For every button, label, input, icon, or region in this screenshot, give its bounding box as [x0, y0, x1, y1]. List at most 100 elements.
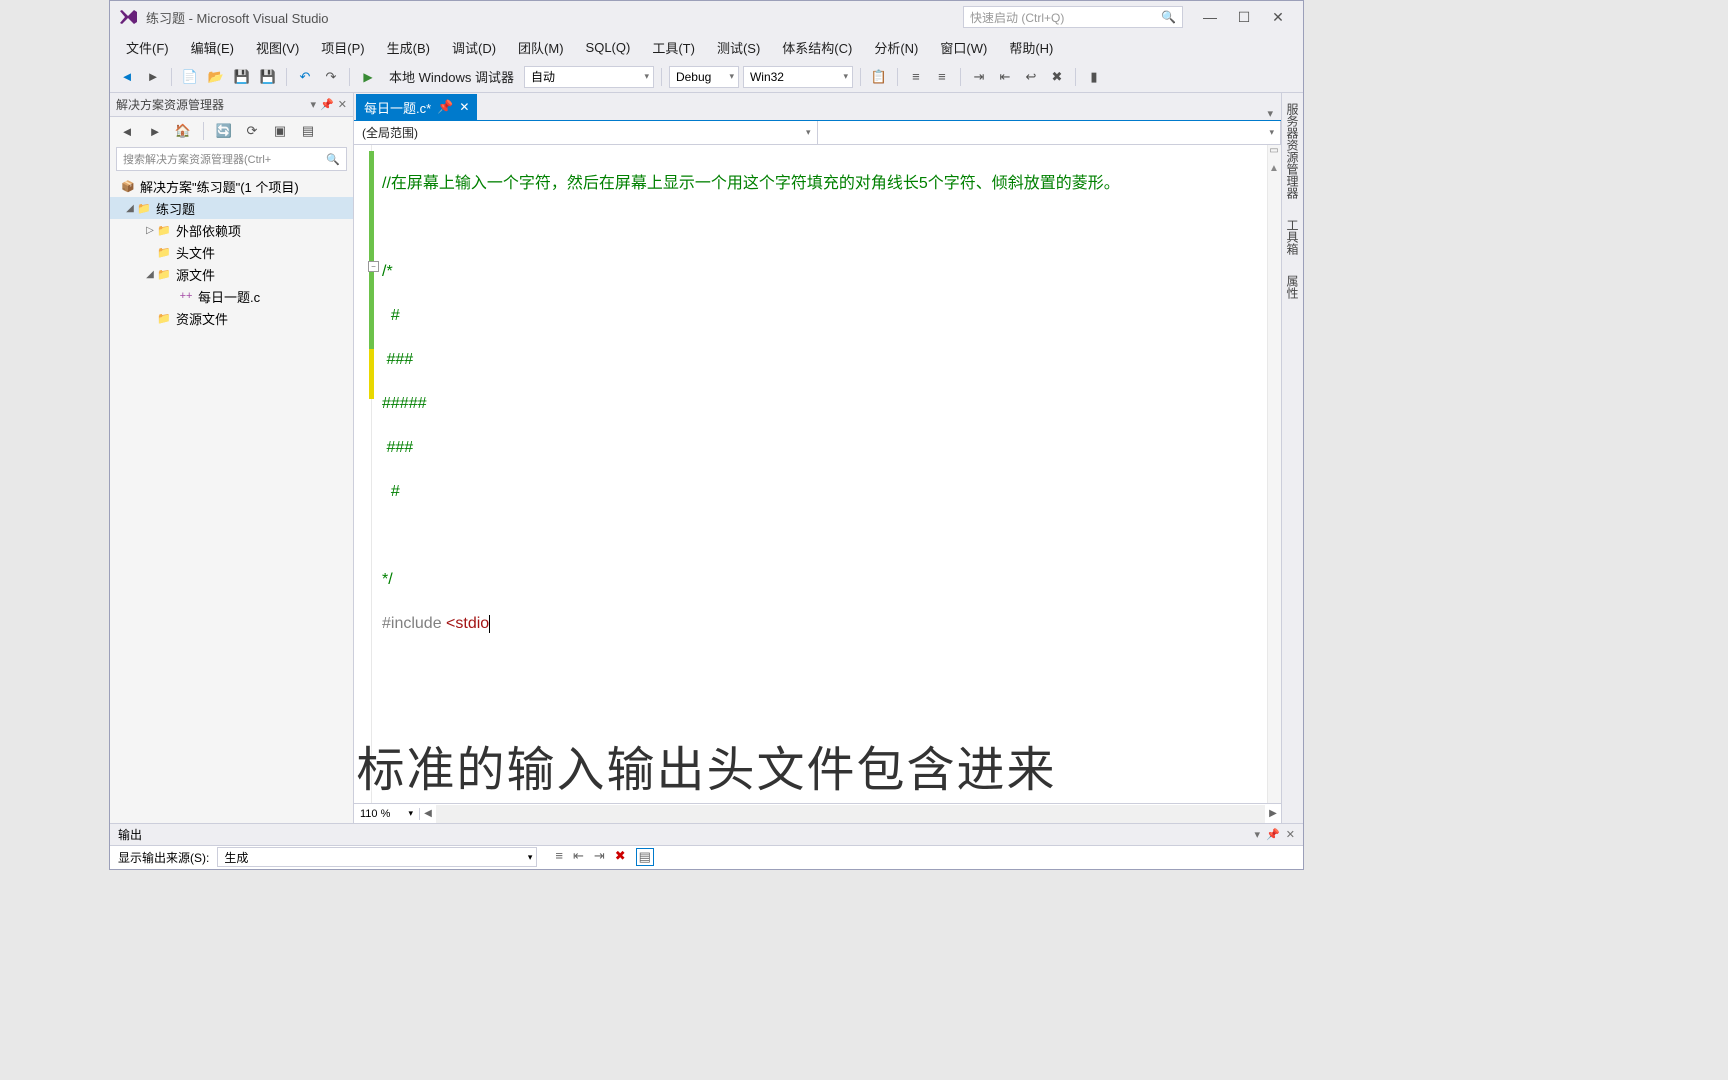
- solution-config2-dropdown[interactable]: Debug: [669, 66, 739, 88]
- output-icon-1[interactable]: ≡: [555, 848, 563, 866]
- output-source-dropdown[interactable]: 生成: [217, 847, 537, 867]
- save-all-button[interactable]: 💾: [257, 66, 279, 88]
- split-icon[interactable]: ▭: [1267, 145, 1281, 159]
- redo-button[interactable]: ↷: [320, 66, 342, 88]
- home-icon[interactable]: ◄: [116, 120, 138, 142]
- tab-pin-icon[interactable]: 📌: [437, 99, 453, 115]
- expand-icon[interactable]: ◢: [144, 269, 156, 280]
- properties-icon[interactable]: ▤: [297, 120, 319, 142]
- tree-project[interactable]: ◢ 📁 练习题: [110, 197, 353, 219]
- open-file-button[interactable]: 📂: [205, 66, 227, 88]
- menu-test[interactable]: 测试(S): [707, 34, 770, 61]
- undo-button[interactable]: ↶: [294, 66, 316, 88]
- output-icon-5[interactable]: ▤: [636, 848, 654, 866]
- tree-headers[interactable]: 📁 头文件: [110, 241, 353, 263]
- scope-bar: (全局范围): [354, 121, 1281, 145]
- folder-icon: 📁: [156, 244, 172, 260]
- scope-dropdown-right[interactable]: [818, 121, 1282, 144]
- toolbar-icon-1[interactable]: 📋: [868, 66, 890, 88]
- tab-overflow-icon[interactable]: ▾: [1259, 107, 1281, 120]
- menu-view[interactable]: 视图(V): [246, 34, 309, 61]
- expand-icon[interactable]: ▷: [144, 225, 156, 236]
- toolbar-icon-4[interactable]: ▮: [1083, 66, 1105, 88]
- file-tab[interactable]: 每日一题.c* 📌 ✕: [356, 94, 477, 120]
- scope-dropdown-left[interactable]: (全局范围): [354, 121, 818, 144]
- solution-explorer-header: 解决方案资源管理器 ▾ 📌 ✕: [110, 93, 353, 117]
- menu-debug[interactable]: 调试(D): [442, 34, 506, 61]
- minimize-button[interactable]: —: [1193, 5, 1227, 29]
- collapse-icon[interactable]: ▣: [269, 120, 291, 142]
- menu-architecture[interactable]: 体系结构(C): [772, 34, 862, 61]
- menu-edit[interactable]: 编辑(E): [181, 34, 244, 61]
- menu-project[interactable]: 项目(P): [311, 34, 374, 61]
- sync-icon[interactable]: ⟳: [241, 120, 263, 142]
- solution-search-input[interactable]: 搜索解决方案资源管理器(Ctrl+ 🔍: [116, 147, 347, 171]
- debug-target-label[interactable]: 本地 Windows 调试器: [383, 65, 520, 88]
- menubar: 文件(F) 编辑(E) 视图(V) 项目(P) 生成(B) 调试(D) 团队(M…: [110, 33, 1303, 61]
- zoom-dropdown[interactable]: 110 % ▾: [354, 808, 420, 820]
- menu-team[interactable]: 团队(M): [508, 34, 574, 61]
- maximize-button[interactable]: ☐: [1227, 5, 1261, 29]
- quick-launch-input[interactable]: 快速启动 (Ctrl+Q) 🔍: [963, 6, 1183, 28]
- save-button[interactable]: 💾: [231, 66, 253, 88]
- nav-forward-button[interactable]: ►: [142, 66, 164, 88]
- horizontal-scrollbar[interactable]: [436, 805, 1265, 823]
- code-content[interactable]: //在屏幕上输入一个字符，然后在屏幕上显示一个用这个字符填充的对角线长5个字符、…: [372, 145, 1267, 803]
- nav-back-button[interactable]: ◄: [116, 66, 138, 88]
- start-debug-button[interactable]: ▶: [357, 66, 379, 88]
- menu-window[interactable]: 窗口(W): [930, 34, 997, 61]
- toolbar-icon-3[interactable]: ✖: [1046, 66, 1068, 88]
- solution-config-dropdown[interactable]: 自动: [524, 66, 654, 88]
- tree-external-deps[interactable]: ▷ 📁 外部依赖项: [110, 219, 353, 241]
- expand-icon[interactable]: ◢: [124, 203, 136, 214]
- toolbar-icon-2[interactable]: ↩: [1020, 66, 1042, 88]
- editor-bottom-bar: 110 % ▾ ◀ ▶: [354, 803, 1281, 823]
- code-block-open: /*: [382, 263, 393, 280]
- solution-explorer-toolbar: ◄ ► 🏠 🔄 ⟳ ▣ ▤: [110, 117, 353, 145]
- tree-sources[interactable]: ◢ 📁 源文件: [110, 263, 353, 285]
- scroll-right-button[interactable]: ▶: [1265, 808, 1281, 819]
- collapse-region-icon[interactable]: −: [368, 261, 379, 272]
- menu-file[interactable]: 文件(F): [116, 34, 179, 61]
- new-project-button[interactable]: 📄: [179, 66, 201, 88]
- tab-label: 每日一题.c*: [364, 98, 431, 117]
- comment-out-button[interactable]: ≡: [905, 66, 927, 88]
- house-icon[interactable]: 🏠: [172, 120, 194, 142]
- tab-close-icon[interactable]: ✕: [459, 100, 469, 114]
- c-file-icon: ++: [178, 288, 194, 304]
- panel-close-icon[interactable]: ✕: [338, 98, 347, 111]
- toolbox-tab[interactable]: 工具箱: [1282, 213, 1303, 261]
- indent-button[interactable]: ⇥: [968, 66, 990, 88]
- menu-analyze[interactable]: 分析(N): [864, 34, 928, 61]
- server-explorer-tab[interactable]: 服务器资源管理器: [1282, 97, 1303, 205]
- menu-help[interactable]: 帮助(H): [999, 34, 1063, 61]
- expand-all-icon[interactable]: ▲: [1267, 163, 1281, 177]
- project-icon: 📁: [136, 200, 152, 216]
- output-pin-icon[interactable]: 📌: [1266, 828, 1280, 841]
- output-icon-3[interactable]: ⇥: [594, 848, 605, 866]
- menu-sql[interactable]: SQL(Q): [576, 36, 641, 59]
- overview-ruler[interactable]: ▭ ▲: [1267, 145, 1281, 803]
- platform-dropdown[interactable]: Win32: [743, 66, 853, 88]
- scroll-left-button[interactable]: ◀: [420, 808, 436, 819]
- output-close-icon[interactable]: ✕: [1286, 828, 1295, 841]
- panel-pin-icon[interactable]: 📌: [320, 98, 334, 111]
- code-block-close: */: [382, 571, 393, 588]
- forward-icon[interactable]: ►: [144, 120, 166, 142]
- code-editor[interactable]: //在屏幕上输入一个字符，然后在屏幕上显示一个用这个字符填充的对角线长5个字符、…: [354, 145, 1281, 803]
- output-icon-4[interactable]: ✖: [615, 848, 626, 866]
- uncomment-button[interactable]: ≡: [931, 66, 953, 88]
- tree-solution-root[interactable]: 📦 解决方案"练习题"(1 个项目): [110, 175, 353, 197]
- menu-build[interactable]: 生成(B): [377, 34, 440, 61]
- menu-tools[interactable]: 工具(T): [642, 34, 705, 61]
- properties-tab[interactable]: 属性: [1282, 269, 1303, 305]
- output-dropdown-icon[interactable]: ▾: [1255, 828, 1261, 841]
- outdent-button[interactable]: ⇤: [994, 66, 1016, 88]
- output-icon-2[interactable]: ⇤: [573, 848, 584, 866]
- panel-dropdown-icon[interactable]: ▾: [311, 98, 317, 111]
- close-button[interactable]: ✕: [1261, 5, 1295, 29]
- tree-resources[interactable]: 📁 资源文件: [110, 307, 353, 329]
- text-cursor: [489, 615, 490, 633]
- tree-source-file[interactable]: ++ 每日一题.c: [110, 285, 353, 307]
- refresh-icon[interactable]: 🔄: [213, 120, 235, 142]
